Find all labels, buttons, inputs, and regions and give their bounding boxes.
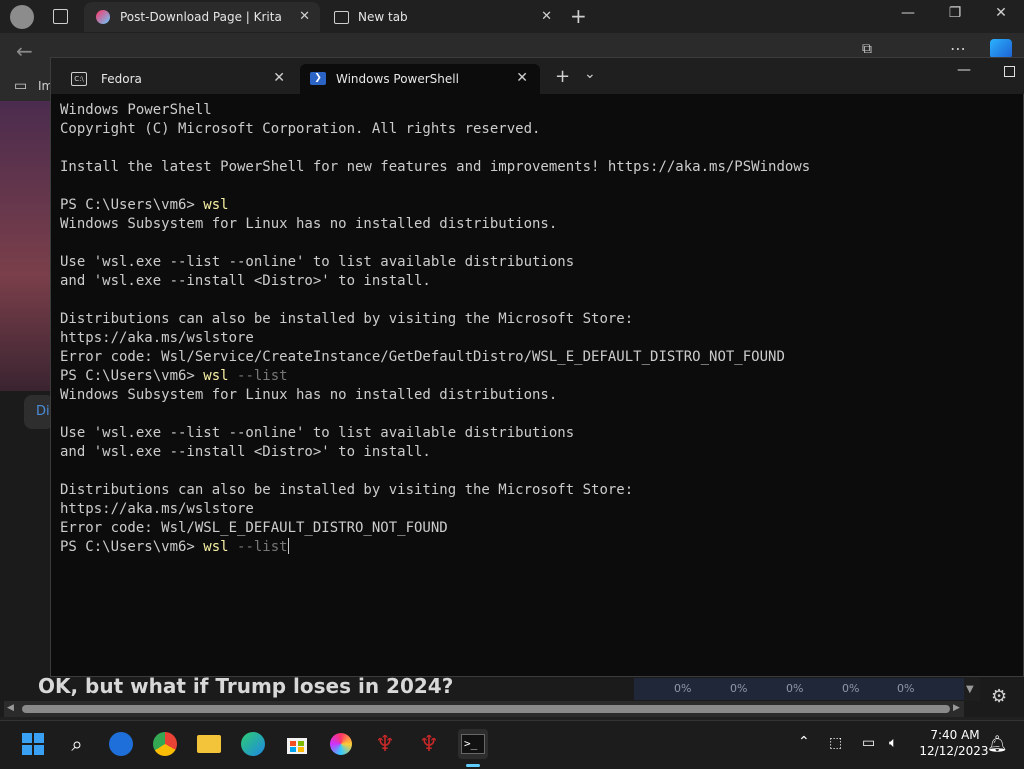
network-icon[interactable]: ⬚ [829, 735, 842, 751]
back-icon[interactable]: ← [16, 39, 33, 63]
minimize-icon[interactable]: — [888, 5, 928, 21]
argument-text: --list [228, 368, 288, 384]
terminal-prompt-icon: C:\ [71, 72, 87, 86]
command-text: wsl [203, 197, 229, 213]
close-icon[interactable]: ✕ [516, 70, 528, 86]
terminal-output-line: Windows PowerShell [60, 102, 212, 118]
command-text: wsl [203, 539, 229, 555]
folder-icon[interactable]: ▭ [14, 78, 27, 94]
close-icon[interactable]: ✕ [299, 9, 310, 24]
quake-icon[interactable]: ♆ [370, 729, 400, 759]
terminal-output-line: Error code: Wsl/WSL_E_DEFAULT_DISTRO_NOT… [60, 520, 448, 536]
restore-icon[interactable]: ❐ [935, 5, 975, 21]
start-icon[interactable] [18, 729, 48, 759]
scroll-left-icon[interactable]: ◀ [7, 703, 14, 713]
terminal-tab-fedora[interactable]: C:\ Fedora ✕ [57, 64, 297, 94]
prompt-text: PS C:\Users\vm6> [60, 197, 204, 213]
profile-avatar[interactable] [10, 5, 34, 29]
terminal-output-line: Windows Subsystem for Linux has no insta… [60, 216, 558, 232]
new-tab-favicon-icon [334, 11, 349, 24]
settings-gear-icon[interactable]: ⚙ [991, 686, 1007, 707]
close-window-icon[interactable]: ✕ [981, 5, 1021, 21]
text-cursor [287, 538, 289, 554]
stat-value: 0% [842, 682, 860, 695]
chrome-icon[interactable] [150, 729, 180, 759]
terminal-output-line: Distributions can also be installed by v… [60, 482, 634, 498]
terminal-output-line: https://aka.ms/wslstore [60, 501, 254, 517]
krita-favicon-icon [96, 10, 110, 24]
terminal-output-line: and 'wsl.exe --install <Distro>' to inst… [60, 273, 431, 289]
prompt-text: PS C:\Users\vm6> [60, 368, 204, 384]
stat-value: 0% [730, 682, 748, 695]
browser-tab-bar: Post-Download Page | Krita ✕ New tab ✕ +… [0, 0, 1024, 33]
terminal-output-line: Install the latest PowerShell for new fe… [60, 159, 811, 175]
terminal-output-line: https://aka.ms/wslstore [60, 330, 254, 346]
terminal-prompt-line: PS C:\Users\vm6> wsl --list [60, 538, 960, 557]
close-icon[interactable]: ✕ [541, 9, 552, 24]
terminal-tab-label: Windows PowerShell [336, 72, 459, 86]
command-text: wsl [203, 368, 229, 384]
browser-tab-new[interactable]: New tab ✕ [322, 2, 562, 32]
scroll-right-icon[interactable]: ▶ [953, 703, 960, 713]
terminal-output-line: Use 'wsl.exe --list --online' to list av… [60, 425, 575, 441]
article-headline[interactable]: OK, but what if Trump loses in 2024? [38, 674, 453, 698]
maximize-icon[interactable] [1004, 66, 1015, 77]
active-app-indicator [466, 764, 480, 767]
notification-bell-icon[interactable]: 🔔︎ [987, 734, 1007, 753]
krita-icon[interactable] [326, 729, 356, 759]
quake-icon[interactable]: ♆ [414, 729, 444, 759]
chevron-up-icon[interactable]: ⌃ [798, 734, 810, 750]
tab-actions-icon[interactable] [53, 9, 68, 24]
stat-value: 0% [674, 682, 692, 695]
volume-icon[interactable]: 🔈︎ [889, 735, 897, 751]
powershell-icon: ❯ [310, 72, 326, 85]
browser-tab-krita[interactable]: Post-Download Page | Krita ✕ [84, 2, 320, 32]
clock-time[interactable]: 7:40 AM [920, 728, 990, 742]
terminal-output-line: Copyright (C) Microsoft Corporation. All… [60, 121, 541, 137]
terminal-output[interactable]: Windows PowerShell Copyright (C) Microsof… [60, 101, 960, 571]
tab-dropdown-icon[interactable]: ⌄ [584, 66, 596, 82]
display-icon[interactable]: ▭ [862, 735, 875, 751]
terminal-output-line: Error code: Wsl/Service/CreateInstance/G… [60, 349, 785, 365]
page-card-label: Di [36, 404, 50, 419]
stat-value: 0% [897, 682, 915, 695]
edge-beta-icon[interactable] [106, 729, 136, 759]
clock-date[interactable]: 12/12/2023 [914, 744, 994, 758]
microsoft-store-icon[interactable] [282, 729, 312, 759]
scrollbar-thumb[interactable] [22, 705, 950, 713]
terminal-output-line: Windows Subsystem for Linux has no insta… [60, 387, 558, 403]
scroll-down-icon[interactable]: ▼ [966, 684, 974, 695]
close-icon[interactable]: ✕ [273, 70, 285, 86]
terminal-icon[interactable]: >_ [458, 729, 488, 759]
argument-text: --list [228, 539, 288, 555]
terminal-output-line: Distributions can also be installed by v… [60, 311, 634, 327]
terminal-tab-bar: C:\ Fedora ✕ ❯ Windows PowerShell ✕ + ⌄ … [51, 58, 1024, 94]
minimize-icon[interactable]: — [957, 62, 971, 78]
browser-tab-label: Post-Download Page | Krita [120, 10, 282, 24]
terminal-output-line: and 'wsl.exe --install <Distro>' to inst… [60, 444, 431, 460]
edge-icon[interactable] [238, 729, 268, 759]
copilot-icon[interactable] [990, 39, 1012, 59]
prompt-text: PS C:\Users\vm6> [60, 539, 204, 555]
search-icon[interactable]: ⌕ [62, 729, 92, 759]
terminal-tab-powershell[interactable]: ❯ Windows PowerShell ✕ [300, 64, 540, 94]
terminal-tab-label: Fedora [101, 72, 142, 86]
terminal-prompt-line: PS C:\Users\vm6> wsl [60, 196, 960, 215]
extensions-icon[interactable]: ⧉ [862, 41, 872, 57]
more-icon[interactable]: ⋯ [950, 39, 966, 58]
stat-value: 0% [786, 682, 804, 695]
new-tab-button[interactable]: + [555, 66, 570, 87]
terminal-prompt-line: PS C:\Users\vm6> wsl --list [60, 367, 960, 386]
terminal-output-line: Use 'wsl.exe --list --online' to list av… [60, 254, 575, 270]
file-explorer-icon[interactable] [194, 729, 224, 759]
new-tab-button[interactable]: + [570, 4, 587, 28]
page-hero-image [0, 101, 50, 391]
browser-tab-label: New tab [358, 10, 408, 24]
